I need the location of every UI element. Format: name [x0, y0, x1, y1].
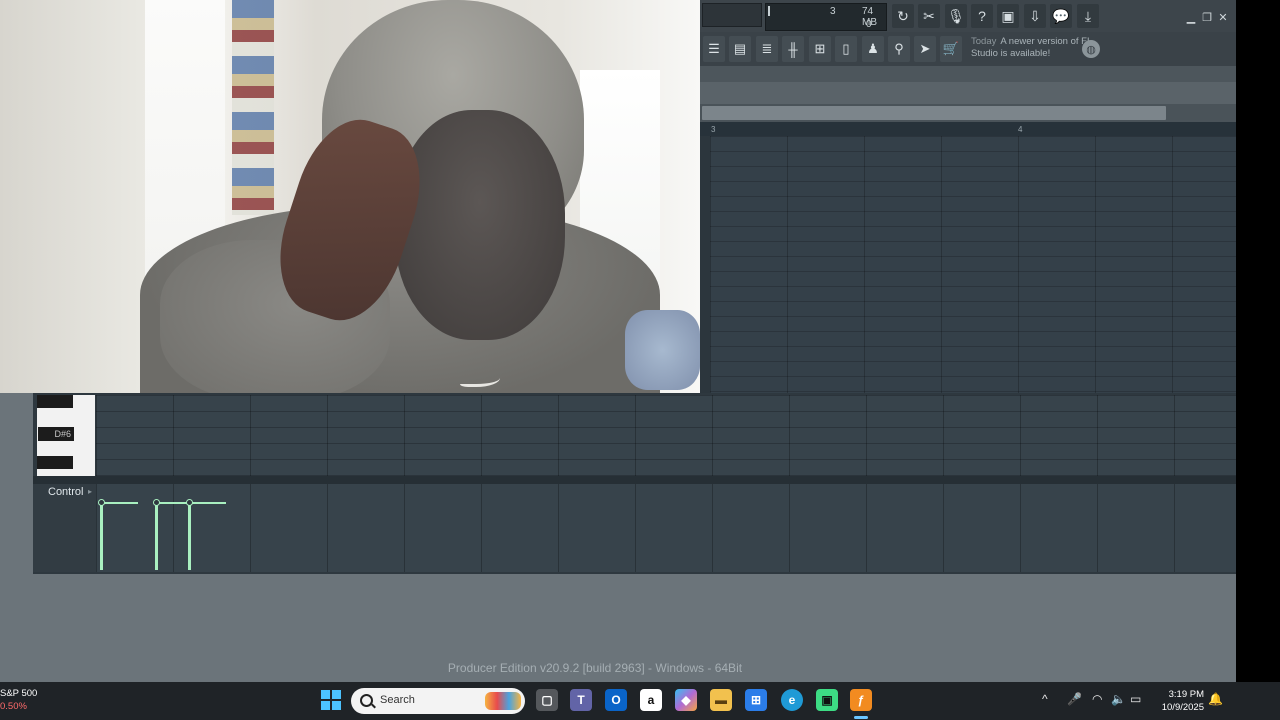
panel-strip — [700, 66, 1236, 82]
mobile-app-icon[interactable]: ▣ — [816, 689, 838, 711]
face-shadow — [395, 110, 565, 340]
save-icon[interactable]: ▣ — [997, 4, 1019, 28]
restore-icon[interactable]: ❐ — [1200, 10, 1214, 24]
pattern-selector[interactable] — [702, 3, 762, 27]
store-app-icon[interactable]: ⊞ — [745, 689, 767, 711]
mixer-icon[interactable]: ≣ — [756, 36, 778, 62]
news-panel[interactable]: Today A newer version of FL Studio is ava… — [971, 36, 1099, 64]
piano-roll-grid[interactable] — [96, 395, 1236, 476]
edition-info: Producer Edition v20.9.2 [build 2963] - … — [447, 661, 743, 675]
velocity-release-line — [188, 502, 226, 504]
help-icon[interactable]: ? — [971, 4, 993, 28]
pointer-icon[interactable]: ➤ — [914, 36, 936, 62]
fl-studio-icon[interactable]: ƒ — [850, 689, 872, 711]
velocity-lane[interactable] — [96, 484, 1236, 572]
outlook-icon[interactable]: O — [605, 689, 627, 711]
key-d-sharp-6[interactable]: D#6 — [38, 427, 74, 441]
clock-date[interactable]: 10/9/2025 — [1152, 702, 1204, 713]
control-label[interactable]: Control — [48, 486, 83, 498]
export-icon[interactable]: ⇩ — [1024, 4, 1046, 28]
microphone-icon[interactable]: 🎙 — [945, 4, 967, 28]
cut-icon[interactable]: ✂ — [918, 4, 940, 28]
wifi-icon[interactable]: ◠ — [1092, 692, 1102, 706]
file-explorer-icon[interactable]: ▬ — [710, 689, 732, 711]
ruler-mark-3: 3 — [711, 125, 716, 134]
wall-posters — [232, 0, 274, 215]
velocity-bar[interactable] — [155, 502, 158, 570]
velocity-handle[interactable] — [98, 499, 105, 506]
chevron-up-icon[interactable]: ^ — [1042, 692, 1048, 706]
plugin-picker-icon[interactable]: ⊞ — [809, 36, 831, 62]
search-icon — [360, 694, 373, 707]
velocity-handle[interactable] — [153, 499, 160, 506]
stock-widget-change[interactable]: 0.50% — [0, 701, 27, 712]
velocity-bar[interactable] — [188, 502, 191, 570]
microphone-tray-icon[interactable]: 🎤 — [1067, 692, 1082, 706]
timeline-ruler[interactable]: 3 4 — [700, 122, 1236, 136]
notification-icon[interactable]: 🔔 — [1208, 692, 1223, 706]
project-icon[interactable]: ▯ — [835, 36, 857, 62]
tempo-icon[interactable]: ⚲ — [888, 36, 910, 62]
display-cursor — [768, 6, 770, 16]
close-icon[interactable]: ✕ — [1216, 10, 1230, 24]
chat-icon[interactable]: 💬 — [1050, 4, 1072, 28]
battery-icon[interactable]: ▭ — [1130, 692, 1141, 706]
velocity-bar[interactable] — [100, 502, 103, 570]
start-icon[interactable] — [321, 690, 341, 710]
store-icon[interactable]: 🛒 — [940, 36, 962, 62]
clock-time[interactable]: 3:19 PM — [1160, 689, 1204, 700]
view-toolbar — [700, 32, 1236, 66]
velocity-handle[interactable] — [186, 499, 193, 506]
scrollbar-thumb[interactable] — [702, 106, 1166, 120]
teams-icon[interactable]: T — [570, 689, 592, 711]
black-key[interactable] — [37, 456, 73, 469]
task-view-icon[interactable]: ▢ — [536, 689, 558, 711]
piano-roll-icon[interactable]: ╫ — [782, 36, 804, 62]
channel-rack-icon[interactable]: ▤ — [729, 36, 751, 62]
stock-widget-name[interactable]: S&P 500 — [0, 688, 37, 699]
active-app-indicator — [854, 716, 868, 719]
globe-icon[interactable]: ◍ — [1082, 40, 1100, 58]
pillow — [625, 310, 700, 390]
black-key[interactable] — [37, 395, 73, 408]
amazon-icon[interactable]: a — [640, 689, 662, 711]
performance-display: 3 74 MB 0 — [765, 3, 887, 31]
chevron-right-icon[interactable]: ▸ — [88, 487, 92, 496]
screen-edge — [1236, 0, 1280, 682]
volume-icon[interactable]: 🔈 — [1111, 692, 1126, 706]
webcam-overlay — [0, 0, 700, 393]
browser-icon[interactable]: ☰ — [703, 36, 725, 62]
track-header-strip — [700, 136, 710, 394]
playlist-icon[interactable]: ♟ — [862, 36, 884, 62]
pattern-number: 3 — [830, 6, 836, 17]
edge-icon[interactable]: e — [781, 689, 803, 711]
lane-divider[interactable] — [33, 476, 1236, 484]
ruler-mark-4: 4 — [1018, 125, 1023, 134]
velocity-release-line — [100, 502, 138, 504]
search-highlight-icon — [485, 692, 521, 710]
undo-icon[interactable]: ↻ — [892, 4, 914, 28]
copilot-icon[interactable]: ◆ — [675, 689, 697, 711]
note-grid[interactable] — [710, 136, 1236, 394]
search-placeholder: Search — [380, 694, 415, 706]
news-today: Today — [971, 36, 997, 47]
minimize-icon[interactable]: ▁ — [1184, 10, 1198, 24]
download-icon[interactable]: ⤓ — [1077, 4, 1099, 28]
panel-header — [700, 82, 1236, 104]
cpu-usage: 0 — [866, 19, 872, 30]
